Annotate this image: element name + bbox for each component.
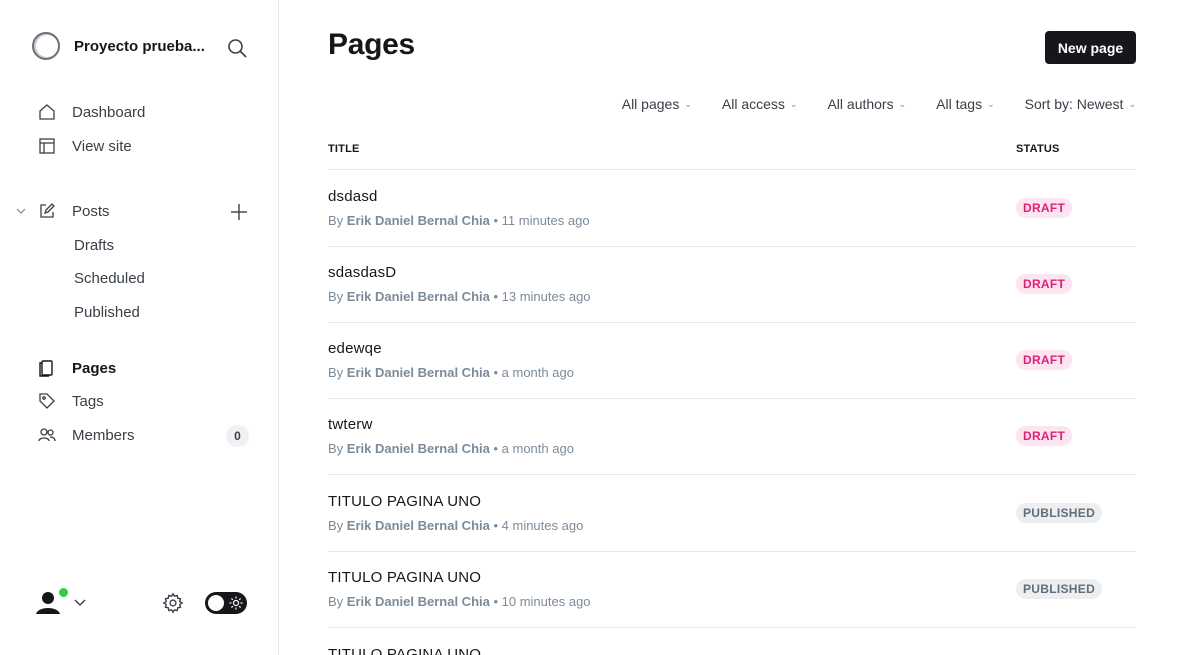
filter-pages-label: All pages <box>621 96 680 112</box>
row-time: • a month ago <box>493 441 574 456</box>
new-page-button[interactable]: New page <box>1045 31 1136 64</box>
filter-access[interactable]: All access ⌄ <box>722 96 798 112</box>
nav-pages-label: Pages <box>72 359 117 377</box>
row-time: • 10 minutes ago <box>493 594 591 609</box>
table-row[interactable]: TITULO PAGINA UNO By Erik Daniel Bernal … <box>328 475 1136 552</box>
row-author: Erik Daniel Bernal Chia <box>346 518 490 533</box>
filter-sort[interactable]: Sort by: Newest ⌄ <box>1025 96 1136 112</box>
row-title[interactable]: TITULO PAGINA UNO <box>328 569 481 586</box>
filter-sort-label: Sort by: Newest <box>1024 96 1124 112</box>
row-by: By <box>328 594 344 609</box>
gear-icon[interactable] <box>162 592 184 614</box>
row-time: • 13 minutes ago <box>493 289 591 304</box>
table-row[interactable]: TITULO PAGINA UNO By Erik Daniel Bernal … <box>328 551 1136 628</box>
site-name: Proyecto prueba... <box>74 37 205 55</box>
row-time: • 4 minutes ago <box>493 518 584 533</box>
row-title[interactable]: TITULO PAGINA UNO <box>328 493 481 510</box>
chevron-down-icon: ⌄ <box>1128 98 1136 109</box>
nav-posts-label: Posts <box>72 202 110 220</box>
sun-icon <box>229 596 243 610</box>
chevron-down-icon: ⌄ <box>898 98 907 109</box>
row-by: By <box>328 365 344 380</box>
status-badge: DRAFT <box>1016 274 1073 294</box>
toggle-knob <box>208 595 224 611</box>
row-by: By <box>328 213 344 228</box>
filter-access-label: All access <box>721 96 785 112</box>
nav-members-label: Members <box>72 426 135 444</box>
row-author: Erik Daniel Bernal Chia <box>346 289 490 304</box>
page-icon <box>39 360 53 377</box>
row-meta: By Erik Daniel Bernal Chia • 4 minutes a… <box>328 518 583 533</box>
nav-published[interactable]: Published <box>74 304 140 321</box>
nav-view-site[interactable]: View site <box>38 137 132 155</box>
filter-bar: All pages ⌄ All access ⌄ All authors ⌄ All … <box>592 96 1136 112</box>
online-status-dot <box>58 587 69 598</box>
filter-authors-label: All authors <box>827 96 894 112</box>
sidebar: Proyecto prueba... Dashboard View site P… <box>0 0 279 655</box>
row-title[interactable]: TITULO PAGINA UNO <box>328 646 481 655</box>
row-meta: By Erik Daniel Bernal Chia • 10 minutes … <box>328 594 591 609</box>
edit-icon <box>40 203 55 218</box>
row-by: By <box>328 441 344 456</box>
nav-members[interactable]: Members <box>38 426 135 444</box>
nav-dashboard-label: Dashboard <box>72 103 146 121</box>
chevron-down-icon: ⌄ <box>684 98 692 109</box>
row-meta: By Erik Daniel Bernal Chia • a month ago <box>328 441 574 456</box>
row-author: Erik Daniel Bernal Chia <box>346 213 490 228</box>
site-logo-icon <box>32 32 60 60</box>
status-badge: DRAFT <box>1016 198 1073 218</box>
add-post-icon[interactable] <box>229 202 249 222</box>
column-header-title[interactable]: TITLE <box>328 143 360 155</box>
search-icon[interactable] <box>226 37 248 59</box>
table-row[interactable]: edewqe By Erik Daniel Bernal Chia • a mo… <box>328 322 1136 399</box>
row-author: Erik Daniel Bernal Chia <box>346 594 490 609</box>
tag-icon <box>39 393 55 409</box>
row-by: By <box>328 518 344 533</box>
theme-toggle[interactable] <box>205 592 247 614</box>
row-author: Erik Daniel Bernal Chia <box>346 441 490 456</box>
row-author: Erik Daniel Bernal Chia <box>346 365 490 380</box>
row-title[interactable]: sdasdasD <box>328 264 396 281</box>
table-row[interactable]: sdasdasD By Erik Daniel Bernal Chia • 13… <box>328 246 1136 323</box>
members-count-badge: 0 <box>226 425 249 447</box>
filter-authors[interactable]: All authors ⌄ <box>827 96 906 112</box>
filter-tags-label: All tags <box>936 96 983 112</box>
row-time: • 11 minutes ago <box>493 213 590 228</box>
members-icon <box>38 428 56 442</box>
chevron-down-icon[interactable] <box>15 205 27 217</box>
row-meta: By Erik Daniel Bernal Chia • a month ago <box>328 365 574 380</box>
layout-icon <box>39 138 55 154</box>
site-brand[interactable]: Proyecto prueba... <box>32 32 212 60</box>
chevron-down-icon: ⌄ <box>789 98 798 109</box>
table-row[interactable]: twterw By Erik Daniel Bernal Chia • a mo… <box>328 398 1136 475</box>
status-badge: PUBLISHED <box>1016 503 1103 523</box>
status-badge: DRAFT <box>1016 426 1073 446</box>
chevron-down-icon[interactable] <box>73 597 87 609</box>
nav-drafts[interactable]: Drafts <box>74 237 114 254</box>
chevron-down-icon: ⌄ <box>987 98 995 109</box>
table-row[interactable]: TITULO PAGINA UNO <box>328 628 1136 655</box>
status-badge: DRAFT <box>1016 350 1073 370</box>
nav-scheduled[interactable]: Scheduled <box>74 270 145 287</box>
row-title[interactable]: twterw <box>328 416 373 433</box>
nav-tags-label: Tags <box>72 392 104 410</box>
row-title[interactable]: edewqe <box>328 340 382 357</box>
nav-posts[interactable]: Posts <box>38 202 110 220</box>
page-title: Pages <box>328 28 415 61</box>
nav-pages[interactable]: Pages <box>38 359 116 377</box>
row-title[interactable]: dsdasd <box>328 188 378 205</box>
nav-dashboard[interactable]: Dashboard <box>38 103 145 121</box>
nav-view-site-label: View site <box>72 137 132 155</box>
status-badge: PUBLISHED <box>1016 579 1103 599</box>
row-time: • a month ago <box>493 365 574 380</box>
row-by: By <box>328 289 344 304</box>
row-meta: By Erik Daniel Bernal Chia • 13 minutes … <box>328 289 591 304</box>
house-icon <box>39 104 55 120</box>
table-row[interactable]: dsdasd By Erik Daniel Bernal Chia • 11 m… <box>328 170 1136 247</box>
filter-pages[interactable]: All pages ⌄ <box>622 96 692 112</box>
row-meta: By Erik Daniel Bernal Chia • 11 minutes … <box>328 213 590 228</box>
filter-tags[interactable]: All tags ⌄ <box>936 96 994 112</box>
column-header-status[interactable]: STATUS <box>1016 143 1060 155</box>
nav-tags[interactable]: Tags <box>38 392 104 410</box>
